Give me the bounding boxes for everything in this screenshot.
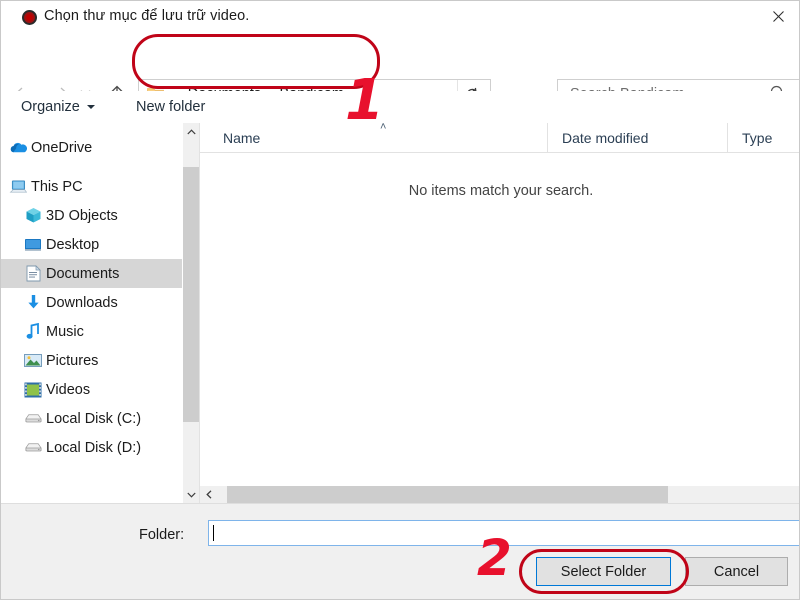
file-list-pane: Name ˄ Date modified Type No items match… bbox=[199, 121, 799, 503]
sidebar-item-local-disk-c[interactable]: Local Disk (C:) bbox=[1, 404, 182, 433]
chevron-down-icon bbox=[86, 105, 95, 109]
folder-input[interactable] bbox=[208, 520, 799, 546]
column-header-date-label: Date modified bbox=[562, 129, 649, 146]
dialog-footer bbox=[1, 503, 799, 599]
hard-disk-icon bbox=[24, 410, 42, 428]
sidebar-item-3d-objects[interactable]: 3D Objects bbox=[1, 201, 182, 230]
chevron-left-icon[interactable] bbox=[200, 486, 217, 503]
select-folder-button[interactable]: Select Folder bbox=[536, 557, 671, 586]
empty-list-message: No items match your search. bbox=[408, 183, 594, 199]
column-header-name[interactable]: Name ˄ bbox=[200, 121, 570, 152]
close-icon[interactable] bbox=[756, 1, 799, 31]
documents-icon bbox=[24, 265, 42, 283]
sidebar-item-label: Pictures bbox=[46, 352, 99, 369]
sidebar-item-label: Downloads bbox=[46, 294, 118, 311]
sidebar-item-label: Local Disk (D:) bbox=[46, 439, 142, 456]
sidebar-item-label: Desktop bbox=[46, 236, 100, 253]
sidebar-item-videos[interactable]: Videos bbox=[1, 375, 182, 404]
organize-button[interactable]: Organize bbox=[21, 96, 95, 118]
file-list-horizontal-scrollbar[interactable] bbox=[200, 486, 799, 503]
new-folder-button[interactable]: New folder bbox=[136, 96, 205, 118]
sidebar-item-label: 3D Objects bbox=[46, 207, 118, 224]
command-bar: Organize New folder ? bbox=[1, 91, 799, 209]
organize-label: Organize bbox=[21, 99, 80, 115]
this-pc-icon bbox=[9, 178, 27, 196]
sidebar-item-label: Videos bbox=[46, 381, 91, 398]
sidebar-item-label: Music bbox=[46, 323, 84, 340]
desktop-icon bbox=[24, 236, 42, 254]
sidebar-item-documents[interactable]: Documents bbox=[1, 259, 182, 288]
title-bar: Chọn thư mục để lưu trữ video. bbox=[1, 1, 799, 35]
videos-film-icon bbox=[24, 381, 42, 399]
window-title: Chọn thư mục để lưu trữ video. bbox=[44, 8, 250, 24]
navigation-bar: « Documents › Bandicam bbox=[1, 34, 799, 109]
sidebar-item-onedrive[interactable]: OneDrive bbox=[1, 133, 182, 162]
downloads-icon bbox=[24, 294, 42, 312]
column-header-date-modified[interactable]: Date modified bbox=[547, 123, 742, 152]
chevron-up-icon[interactable] bbox=[183, 123, 200, 140]
onedrive-cloud-icon bbox=[9, 139, 27, 157]
folder-field-label: Folder: bbox=[139, 527, 185, 543]
sidebar-item-this-pc[interactable]: This PC bbox=[1, 172, 182, 201]
horizontal-scrollbar-thumb[interactable] bbox=[227, 486, 668, 503]
sort-ascending-icon: ˄ bbox=[380, 121, 387, 133]
new-folder-label: New folder bbox=[136, 99, 206, 115]
column-header-type[interactable]: Type bbox=[727, 123, 799, 152]
sidebar-item-downloads[interactable]: Downloads bbox=[1, 288, 182, 317]
3d-objects-icon bbox=[24, 207, 42, 225]
dialog-body: OneDrive This PC 3D Objects Desktop Docu… bbox=[1, 121, 799, 503]
column-header-name-label: Name bbox=[223, 129, 261, 146]
cancel-button[interactable]: Cancel bbox=[685, 557, 788, 586]
sidebar-item-pictures[interactable]: Pictures bbox=[1, 346, 182, 375]
sidebar-item-label: This PC bbox=[31, 178, 83, 195]
pictures-icon bbox=[24, 352, 42, 370]
sidebar-item-label: OneDrive bbox=[31, 139, 93, 156]
sidebar-item-label: Local Disk (C:) bbox=[46, 410, 142, 427]
sidebar-scrollbar-thumb[interactable] bbox=[183, 167, 200, 422]
navigation-pane: OneDrive This PC 3D Objects Desktop Docu… bbox=[1, 123, 182, 503]
sidebar-top-spacer bbox=[1, 123, 182, 133]
hard-disk-icon bbox=[24, 439, 42, 457]
sidebar-item-label: Documents bbox=[46, 265, 120, 282]
sidebar-item-desktop[interactable]: Desktop bbox=[1, 230, 182, 259]
record-circle-icon bbox=[22, 10, 37, 25]
sidebar-item-music[interactable]: Music bbox=[1, 317, 182, 346]
folder-picker-dialog: Chọn thư mục để lưu trữ video. Search Ba… bbox=[0, 0, 800, 600]
music-note-icon bbox=[24, 323, 42, 341]
column-header-row: Name ˄ Date modified Type bbox=[200, 121, 799, 153]
text-cursor bbox=[213, 525, 214, 541]
sidebar-scrollbar[interactable] bbox=[182, 123, 200, 503]
sidebar-item-local-disk-d[interactable]: Local Disk (D:) bbox=[1, 433, 182, 462]
column-header-type-label: Type bbox=[742, 129, 773, 146]
chevron-down-icon[interactable] bbox=[183, 486, 200, 503]
